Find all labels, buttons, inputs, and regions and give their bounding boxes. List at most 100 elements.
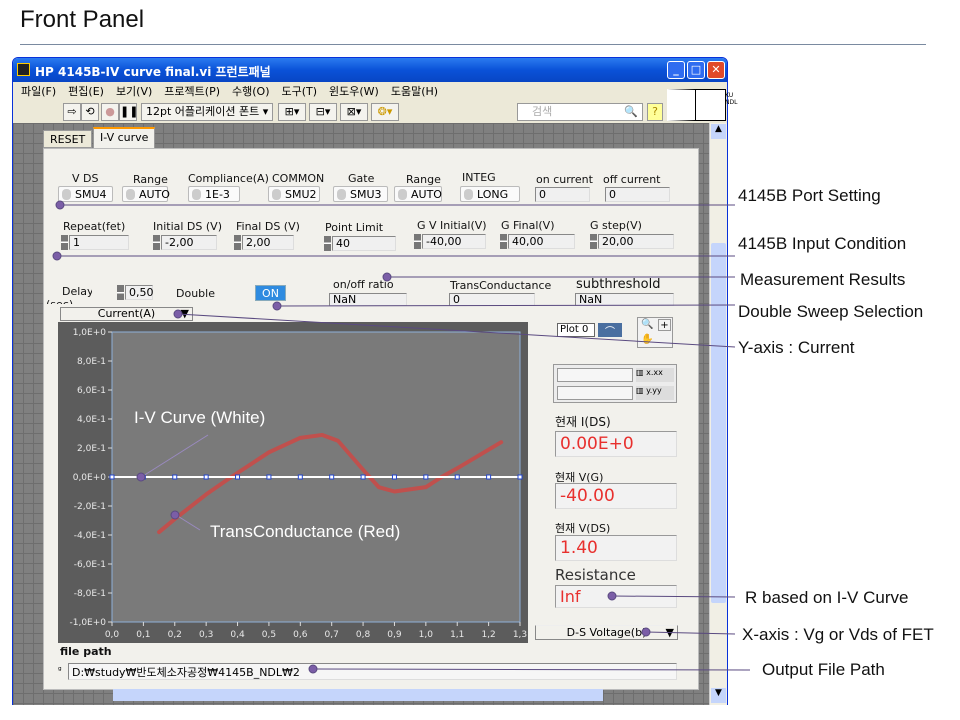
x-axis-select[interactable]: D-S Voltage(b) ▼ — [535, 625, 678, 640]
resize-icon[interactable]: ⊠▾ — [340, 103, 368, 121]
run-continuous-icon[interactable]: ⟲ — [81, 103, 99, 121]
reorder-icon[interactable]: ❂▾ — [371, 103, 399, 121]
y-scale-field[interactable] — [557, 386, 633, 400]
compliance-ring[interactable]: 1E-3 — [188, 186, 240, 202]
x-scale-lock-icon[interactable]: ▥ x.xx — [636, 368, 674, 382]
maximize-button[interactable]: □ — [687, 61, 705, 79]
gate-ring[interactable]: SMU3 — [333, 186, 388, 202]
x-scale-field[interactable] — [557, 368, 633, 382]
range2-ring[interactable]: AUTO — [394, 186, 442, 202]
initial-ds-field[interactable]: -2,00 — [161, 235, 217, 250]
repeat-spinner[interactable] — [61, 235, 68, 250]
y-tick-label: -4,0E-1 — [74, 531, 106, 541]
double-sweep-button[interactable]: ON — [255, 285, 286, 301]
onoff-label: on/off ratio — [333, 278, 394, 291]
plot-legend-label[interactable]: Plot 0 — [557, 323, 595, 337]
labview-icon — [17, 63, 30, 76]
search-input[interactable]: 검색 🔍 — [517, 103, 643, 121]
g-step-spinner[interactable] — [590, 234, 597, 249]
on-current-field: 0 — [535, 187, 590, 202]
menu-tools[interactable]: 도구(T) — [281, 85, 317, 98]
scroll-down-button[interactable]: ▼ — [711, 688, 726, 703]
horizontal-scrollbar[interactable] — [113, 689, 603, 701]
vds-ring[interactable]: SMU4 — [58, 186, 113, 202]
minimize-button[interactable]: _ — [667, 61, 685, 79]
window-title: HP 4145B-IV curve final.vi 프런트패널 — [35, 65, 271, 79]
tab-reset[interactable]: RESET — [43, 130, 93, 148]
run-arrow-icon[interactable]: ⇨ — [63, 103, 81, 121]
tab-iv-curve[interactable]: I-V curve — [93, 127, 156, 149]
scroll-thumb[interactable] — [711, 243, 726, 603]
g-step-field[interactable]: 20,00 — [598, 234, 674, 249]
g-final-field[interactable]: 40,00 — [508, 234, 575, 249]
vi-icon-logo: KU NDL — [667, 89, 737, 121]
menu-file[interactable]: 파일(F) — [21, 85, 56, 98]
font-select-value: 12pt 어플리케이션 폰트 — [146, 105, 260, 118]
final-ds-spinner[interactable] — [234, 235, 241, 250]
ids-indicator: 0.00E+0 — [555, 431, 677, 457]
off-current-label: off current — [603, 173, 661, 186]
plot-style-icon[interactable]: ⌒ — [598, 323, 622, 338]
scroll-up-button[interactable]: ▲ — [711, 124, 726, 139]
delay-field[interactable]: 0,50 — [125, 285, 154, 300]
delay-label: Delay (sec) — [46, 285, 92, 304]
x-tick-label: 0,2 — [168, 630, 182, 640]
vds-label: V DS — [72, 172, 99, 185]
distribute-icon[interactable]: ⊟▾ — [309, 103, 337, 121]
close-button[interactable]: ✕ — [707, 61, 725, 79]
y-tick-label: 0,0E+0 — [73, 473, 107, 483]
initial-ds-spinner[interactable] — [153, 235, 160, 250]
iv-data-point — [140, 474, 146, 480]
annotation-output-path: Output File Path — [762, 660, 885, 679]
y-axis-select[interactable]: Current(A) ▼ — [60, 307, 193, 321]
ids-label: 현재 I(DS) — [555, 415, 611, 429]
g-step-label: G step(V) — [590, 219, 642, 232]
menu-help[interactable]: 도움말(H) — [391, 85, 438, 98]
g-final-label: G Final(V) — [501, 219, 555, 232]
gv-initial-spinner[interactable] — [414, 234, 421, 249]
menu-project[interactable]: 프로젝트(P) — [164, 85, 220, 98]
y-tick-label: 2,0E-1 — [77, 444, 106, 454]
menu-view[interactable]: 보기(V) — [116, 85, 152, 98]
menu-edit[interactable]: 편집(E) — [68, 85, 104, 98]
annotation-resistance: R based on I-V Curve — [745, 588, 909, 607]
integ-label: INTEG — [462, 171, 496, 184]
zoom-icon[interactable]: 🔍 — [641, 319, 653, 330]
point-limit-field[interactable]: 40 — [332, 236, 396, 251]
title-divider — [20, 44, 926, 45]
annotation-iv-curve: I-V Curve (White) — [134, 408, 266, 427]
vertical-scrollbar[interactable]: ▲ ▼ — [709, 123, 727, 705]
repeat-field[interactable]: 1 — [69, 235, 129, 250]
integ-ring[interactable]: LONG — [460, 186, 520, 202]
transconductance-field: 0 — [449, 293, 535, 306]
g-final-spinner[interactable] — [500, 234, 507, 249]
annotation-measurement-results: Measurement Results — [740, 270, 906, 289]
point-limit-spinner[interactable] — [324, 236, 331, 251]
iv-data-point — [172, 474, 178, 480]
x-tick-label: 0,1 — [136, 630, 150, 640]
menu-window[interactable]: 윈도우(W) — [329, 85, 379, 98]
range1-ring[interactable]: AUTO — [122, 186, 170, 202]
gv-initial-field[interactable]: -40,00 — [422, 234, 486, 249]
range1-label: Range — [133, 173, 168, 186]
x-axis-select-value: D-S Voltage(b) — [566, 626, 647, 639]
common-ring[interactable]: SMU2 — [268, 186, 320, 202]
help-icon[interactable]: ? — [647, 103, 663, 121]
x-tick-label: 0,4 — [230, 630, 245, 640]
abort-icon[interactable]: ● — [101, 103, 119, 121]
delay-spinner[interactable] — [117, 285, 124, 300]
file-path-field[interactable]: D:₩study₩반도체소자공정₩4145B_NDL₩2 — [68, 663, 677, 680]
iv-data-point — [486, 474, 492, 480]
pan-hand-icon[interactable]: ✋ — [641, 334, 653, 345]
scale-format-palette: ▥ x.xx ▥ y.yy — [553, 364, 677, 403]
font-select[interactable]: 12pt 어플리케이션 폰트 ▾ — [141, 103, 273, 121]
pause-icon[interactable]: ❚❚ — [119, 103, 138, 121]
initial-ds-label: Initial DS (V) — [153, 220, 222, 233]
y-scale-lock-icon[interactable]: ▥ y.yy — [636, 386, 674, 400]
final-ds-field[interactable]: 2,00 — [242, 235, 294, 250]
align-icon[interactable]: ⊞▾ — [278, 103, 306, 121]
cursor-plus-icon[interactable]: + — [658, 319, 671, 331]
search-placeholder: 검색 — [532, 105, 553, 118]
y-tick-label: -2,0E-1 — [74, 502, 106, 512]
menu-operate[interactable]: 수행(O) — [232, 85, 269, 98]
